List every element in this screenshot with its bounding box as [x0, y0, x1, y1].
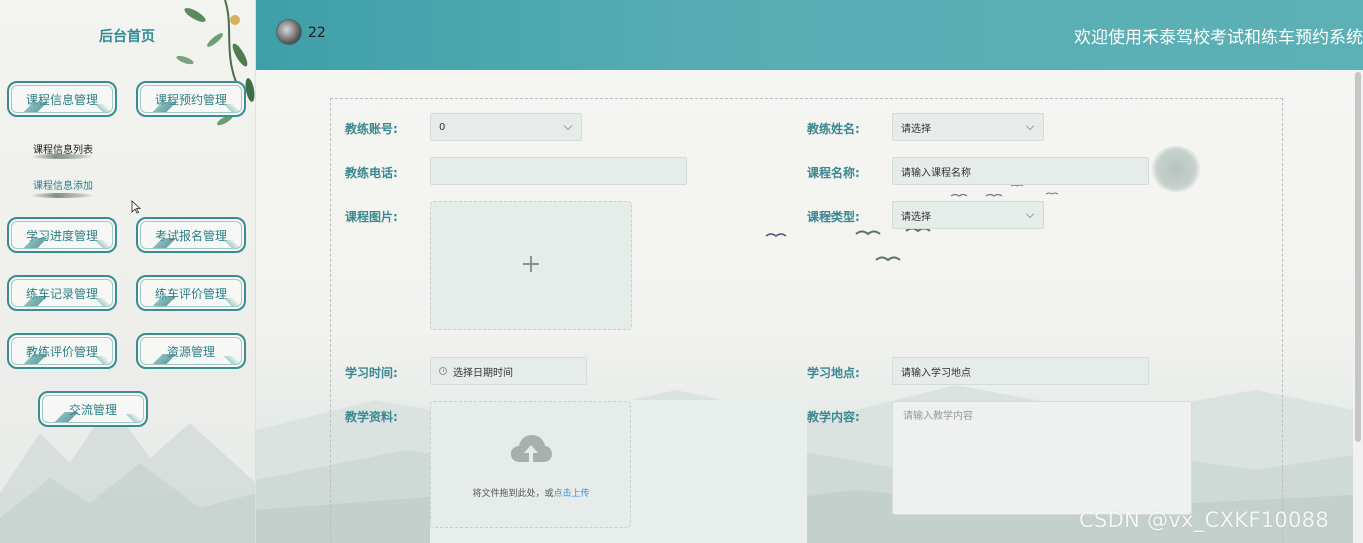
- main-content: 教练账号: 0 教练姓名: 请选择 教练电话: 课程名称: 请输入课程名称 课程…: [256, 70, 1353, 543]
- menu-label: 教练评价管理: [25, 344, 98, 359]
- menu-label: 练车评价管理: [154, 286, 227, 301]
- menu-coach-reviews[interactable]: 教练评价管理: [7, 333, 117, 369]
- click-upload-link[interactable]: 点击上传: [554, 489, 590, 499]
- mountain-decoration: [0, 403, 255, 543]
- course-name-placeholder: 请输入课程名称: [901, 167, 971, 179]
- username[interactable]: 22: [308, 25, 326, 41]
- sidebar-title[interactable]: 后台首页: [0, 26, 255, 46]
- menu-practice-records[interactable]: 练车记录管理: [7, 275, 117, 311]
- course-type-placeholder: 请选择: [901, 211, 931, 223]
- coach-account-value: 0: [439, 121, 446, 133]
- menu-label: 练车记录管理: [25, 286, 98, 301]
- coach-account-select[interactable]: 0: [430, 113, 582, 141]
- menu-course-booking[interactable]: 课程预约管理: [136, 81, 246, 117]
- top-header: 22 欢迎使用禾泰驾校考试和练车预约系统: [256, 0, 1363, 70]
- teaching-material-dropzone[interactable]: 将文件拖到此处，或点击上传: [430, 401, 631, 528]
- cloud-upload-icon: [510, 435, 552, 462]
- scrollbar-thumb[interactable]: [1355, 72, 1361, 442]
- course-type-label: 课程类型:: [807, 210, 860, 224]
- coach-phone-label: 教练电话:: [345, 166, 398, 180]
- study-time-picker[interactable]: 选择日期时间: [430, 357, 587, 385]
- course-image-label: 课程图片:: [345, 210, 398, 224]
- menu-resources[interactable]: 资源管理: [136, 333, 246, 369]
- menu-label: 资源管理: [166, 344, 215, 359]
- menu-exam-registration[interactable]: 考试报名管理: [136, 217, 246, 253]
- leaves-decoration: [176, 0, 255, 126]
- clock-icon: [439, 367, 447, 375]
- teaching-content-placeholder: 请输入教学内容: [903, 411, 973, 422]
- teaching-content-label: 教学内容:: [807, 410, 860, 424]
- welcome-title: 欢迎使用禾泰驾校考试和练车预约系统: [1074, 28, 1363, 48]
- dropzone-text: 将文件拖到此处，或点击上传: [431, 486, 631, 499]
- study-location-input[interactable]: 请输入学习地点: [892, 357, 1149, 385]
- submenu-course-add[interactable]: 课程信息添加: [33, 177, 93, 192]
- teaching-material-label: 教学资料:: [345, 410, 398, 424]
- menu-communication[interactable]: 交流管理: [38, 391, 148, 427]
- avatar[interactable]: [276, 19, 302, 45]
- chevron-down-icon: [1025, 209, 1035, 219]
- chevron-down-icon: [563, 121, 573, 131]
- study-location-label: 学习地点:: [807, 366, 860, 380]
- submenu-underline: [30, 154, 94, 159]
- sidebar: 后台首页 课程信息管理 课程预约管理 课程信息列表 课程信息添加 学习进度管理 …: [0, 0, 256, 543]
- coach-phone-input[interactable]: [430, 157, 687, 185]
- study-time-label: 学习时间:: [345, 366, 398, 380]
- course-name-label: 课程名称:: [807, 166, 860, 180]
- plus-icon: [523, 256, 539, 272]
- mouse-cursor-icon: [131, 200, 141, 214]
- coach-name-placeholder: 请选择: [901, 123, 931, 135]
- page-scrollbar[interactable]: [1353, 70, 1363, 543]
- course-type-select[interactable]: 请选择: [892, 201, 1044, 229]
- course-name-input[interactable]: 请输入课程名称: [892, 157, 1149, 185]
- study-location-placeholder: 请输入学习地点: [901, 367, 971, 379]
- watermark: CSDN @vx_CXKF10088: [1079, 508, 1330, 532]
- menu-label: 课程预约管理: [154, 92, 227, 107]
- submenu-underline: [30, 193, 94, 198]
- dropzone-hint: 将文件拖到此处，或: [472, 489, 554, 499]
- coach-account-label: 教练账号:: [345, 122, 398, 136]
- menu-course-info[interactable]: 课程信息管理: [7, 81, 117, 117]
- menu-practice-reviews[interactable]: 练车评价管理: [136, 275, 246, 311]
- teaching-content-textarea[interactable]: 请输入教学内容: [892, 401, 1192, 515]
- menu-label: 交流管理: [68, 402, 117, 417]
- course-image-upload[interactable]: [430, 201, 632, 330]
- menu-label: 学习进度管理: [25, 228, 98, 243]
- coach-name-label: 教练姓名:: [807, 122, 860, 136]
- menu-study-progress[interactable]: 学习进度管理: [7, 217, 117, 253]
- menu-label: 考试报名管理: [154, 228, 227, 243]
- menu-label: 课程信息管理: [25, 92, 98, 107]
- study-time-placeholder: 选择日期时间: [453, 367, 513, 379]
- chevron-down-icon: [1025, 121, 1035, 131]
- coach-name-select[interactable]: 请选择: [892, 113, 1044, 141]
